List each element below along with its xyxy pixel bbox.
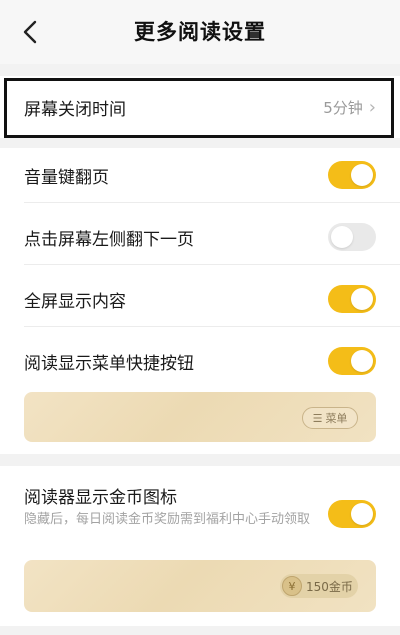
toggle-knob (351, 288, 373, 310)
page-title: 更多阅读设置 (134, 20, 266, 44)
screen-off-value: 5分钟 (323, 98, 363, 117)
coin-pill-label: 150金币 (306, 579, 353, 594)
coin-icon-label: 阅读器显示金币图标 (24, 487, 177, 508)
tap-left-label: 点击屏幕左侧翻下一页 (24, 229, 194, 250)
menu-button-toggle[interactable] (328, 347, 376, 375)
screen-off-row[interactable]: 屏幕关闭时间 5分钟 › (0, 76, 400, 138)
coin-icon: ¥ (282, 576, 302, 596)
screen-off-value-wrap: 5分钟 › (323, 97, 376, 118)
toggle-knob (351, 164, 373, 186)
screen-off-label: 屏幕关闭时间 (24, 99, 126, 120)
coin-preview: ¥ 150金币 (24, 560, 376, 612)
fullscreen-toggle[interactable] (328, 285, 376, 313)
header: 更多阅读设置 (0, 0, 400, 64)
menu-pill-label: 菜单 (325, 412, 348, 425)
divider (24, 202, 400, 203)
menu-button-preview: ☰ 菜单 (24, 392, 376, 442)
fullscreen-label: 全屏显示内容 (24, 291, 126, 312)
toggle-knob (331, 226, 353, 248)
menu-pill: ☰ 菜单 (302, 407, 358, 429)
coin-icon-toggle[interactable] (328, 500, 376, 528)
tap-left-toggle[interactable] (328, 223, 376, 251)
coin-icon-description: 隐藏后，每日阅读金币奖励需到福利中心手动领取 (24, 512, 311, 527)
toggle-knob (351, 503, 373, 525)
divider (24, 264, 400, 265)
coin-pill: ¥ 150金币 (280, 574, 358, 598)
chevron-right-icon: › (368, 96, 376, 118)
toggle-knob (351, 350, 373, 372)
menu-button-label: 阅读显示菜单快捷按钮 (24, 353, 194, 374)
divider (24, 326, 400, 327)
menu-icon: ☰ (312, 411, 323, 425)
volume-flip-toggle[interactable] (328, 161, 376, 189)
volume-flip-label: 音量键翻页 (24, 167, 109, 188)
